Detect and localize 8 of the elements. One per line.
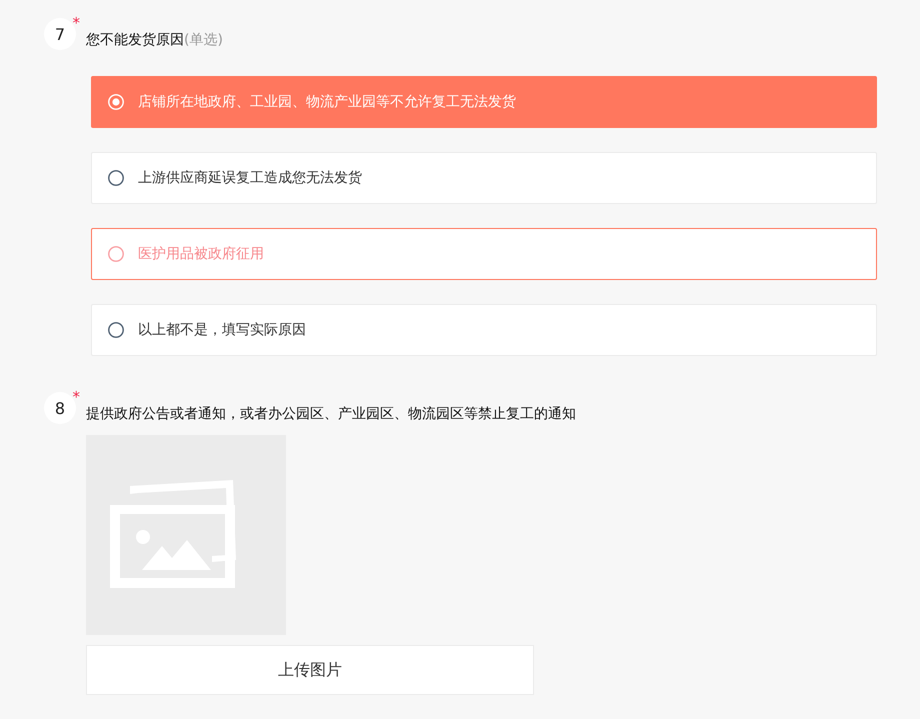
radio-button[interactable]: [108, 246, 124, 262]
choice-option[interactable]: 以上都不是，填写实际原因: [91, 304, 877, 356]
radio-button[interactable]: [108, 322, 124, 338]
question-title: 提供政府公告或者通知，或者办公园区、产业园区、物流园区等禁止复工的通知: [86, 405, 576, 424]
radio-button[interactable]: [108, 170, 124, 186]
choice-option[interactable]: 上游供应商延误复工造成您无法发货: [91, 152, 877, 204]
upload-image-button[interactable]: 上传图片: [86, 645, 534, 695]
question-title: 您不能发货原因(单选): [86, 31, 223, 50]
